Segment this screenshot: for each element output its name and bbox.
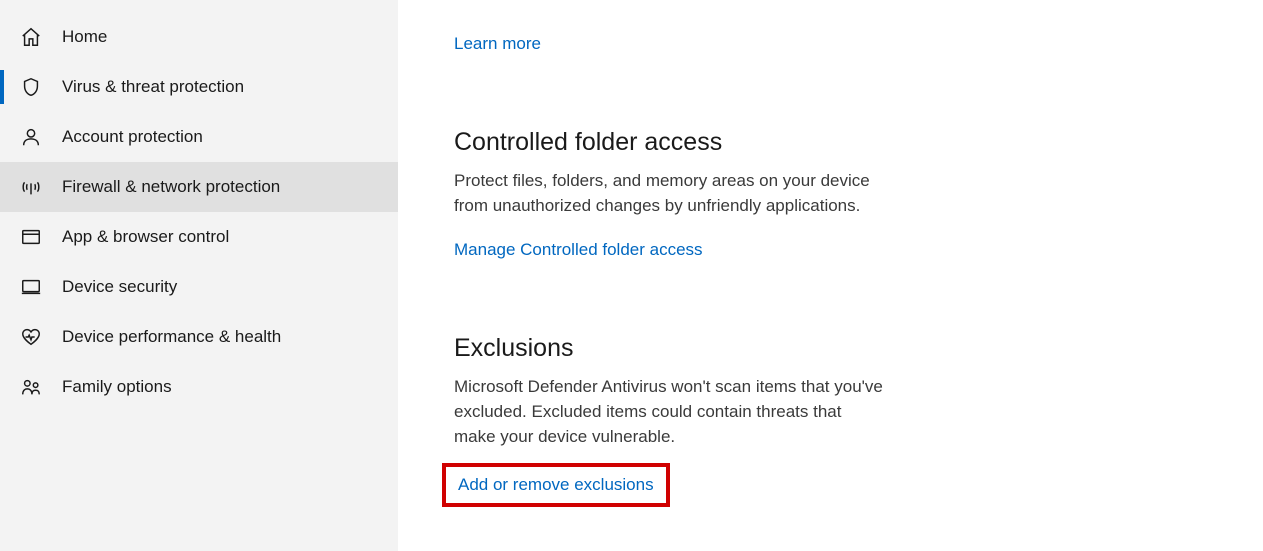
- home-icon: [20, 26, 42, 48]
- sidebar-item-performance-health[interactable]: Device performance & health: [0, 312, 398, 362]
- person-icon: [20, 126, 42, 148]
- sidebar-item-device-security[interactable]: Device security: [0, 262, 398, 312]
- family-icon: [20, 376, 42, 398]
- sidebar-item-account-protection[interactable]: Account protection: [0, 112, 398, 162]
- section-exclusions: Exclusions Microsoft Defender Antivirus …: [454, 334, 884, 507]
- device-icon: [20, 276, 42, 298]
- sidebar-item-label: Device security: [62, 277, 177, 297]
- section-title: Exclusions: [454, 334, 884, 363]
- sidebar-item-label: Virus & threat protection: [62, 77, 244, 97]
- content-area: Learn more Controlled folder access Prot…: [398, 0, 1263, 551]
- highlight-annotation: Add or remove exclusions: [442, 463, 670, 507]
- sidebar-item-family-options[interactable]: Family options: [0, 362, 398, 412]
- sidebar-item-home[interactable]: Home: [0, 12, 398, 62]
- section-title: Controlled folder access: [454, 128, 884, 157]
- add-remove-exclusions-link[interactable]: Add or remove exclusions: [458, 475, 654, 495]
- sidebar-item-label: App & browser control: [62, 227, 229, 247]
- shield-icon: [20, 76, 42, 98]
- sidebar-item-label: Device performance & health: [62, 327, 281, 347]
- manage-controlled-folder-access-link[interactable]: Manage Controlled folder access: [454, 240, 703, 260]
- section-controlled-folder-access: Controlled folder access Protect files, …: [454, 128, 884, 260]
- section-description: Microsoft Defender Antivirus won't scan …: [454, 375, 884, 449]
- sidebar-item-virus-threat[interactable]: Virus & threat protection: [0, 62, 398, 112]
- sidebar: Home Virus & threat protection Account p…: [0, 0, 398, 551]
- sidebar-item-label: Firewall & network protection: [62, 177, 280, 197]
- sidebar-item-label: Home: [62, 27, 107, 47]
- learn-more-link[interactable]: Learn more: [454, 34, 541, 54]
- sidebar-item-app-browser[interactable]: App & browser control: [0, 212, 398, 262]
- section-description: Protect files, folders, and memory areas…: [454, 169, 884, 218]
- window-icon: [20, 226, 42, 248]
- sidebar-item-label: Account protection: [62, 127, 203, 147]
- sidebar-item-firewall[interactable]: Firewall & network protection: [0, 162, 398, 212]
- heart-icon: [20, 326, 42, 348]
- sidebar-item-label: Family options: [62, 377, 172, 397]
- antenna-icon: [20, 176, 42, 198]
